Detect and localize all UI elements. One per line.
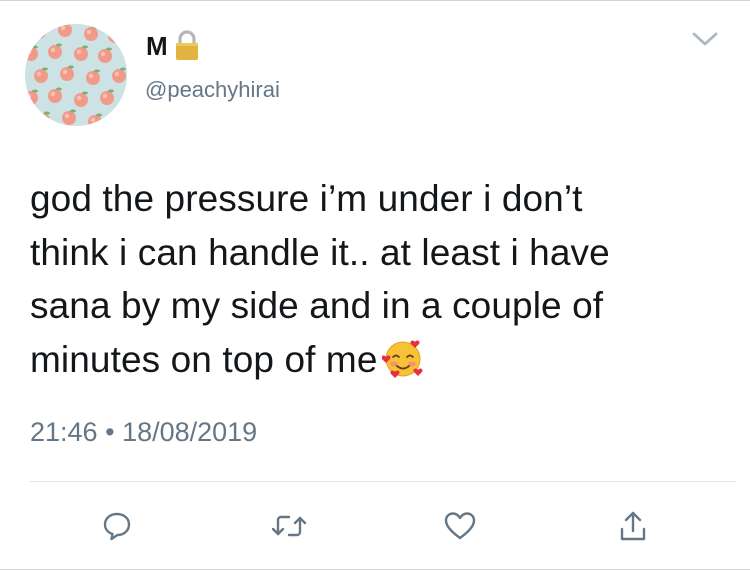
timestamp-separator: • [105,417,115,447]
reply-icon [103,512,131,541]
tweet-line-text: minutes on top of me [30,338,378,380]
retweet-button[interactable] [271,508,307,544]
smiling-face-with-hearts-icon [380,337,424,379]
tweet-date: 18/08/2019 [122,417,258,447]
lock-icon [172,30,202,62]
avatar[interactable] [25,24,127,126]
tweet-line: god the pressure i’m under i don’t [30,178,583,219]
user-handle[interactable]: @peachyhirai [145,76,280,104]
share-icon [620,511,646,541]
reply-button[interactable] [99,508,135,544]
tweet-timestamp[interactable]: 21:46 • 18/08/2019 [30,414,257,450]
divider [30,481,736,482]
peach-pattern-avatar-icon [25,24,127,126]
display-name-row[interactable]: M [146,30,202,62]
display-name[interactable]: M [146,30,168,62]
top-border [0,0,750,1]
like-button[interactable] [442,508,478,544]
tweet-line: think i can handle it.. at least i have [30,231,610,273]
tweet-time: 21:46 [30,417,98,447]
tweet-text: god the pressure i’m under i don’t think… [30,172,720,386]
retweet-icon [271,515,307,537]
tweet-line-last: minutes on top of me [30,333,720,387]
share-button[interactable] [615,508,651,544]
tweet-line: sana by my side and in a couple of [30,285,604,326]
bottom-border [0,569,750,570]
chevron-down-icon[interactable] [690,28,720,50]
heart-icon [444,512,476,540]
